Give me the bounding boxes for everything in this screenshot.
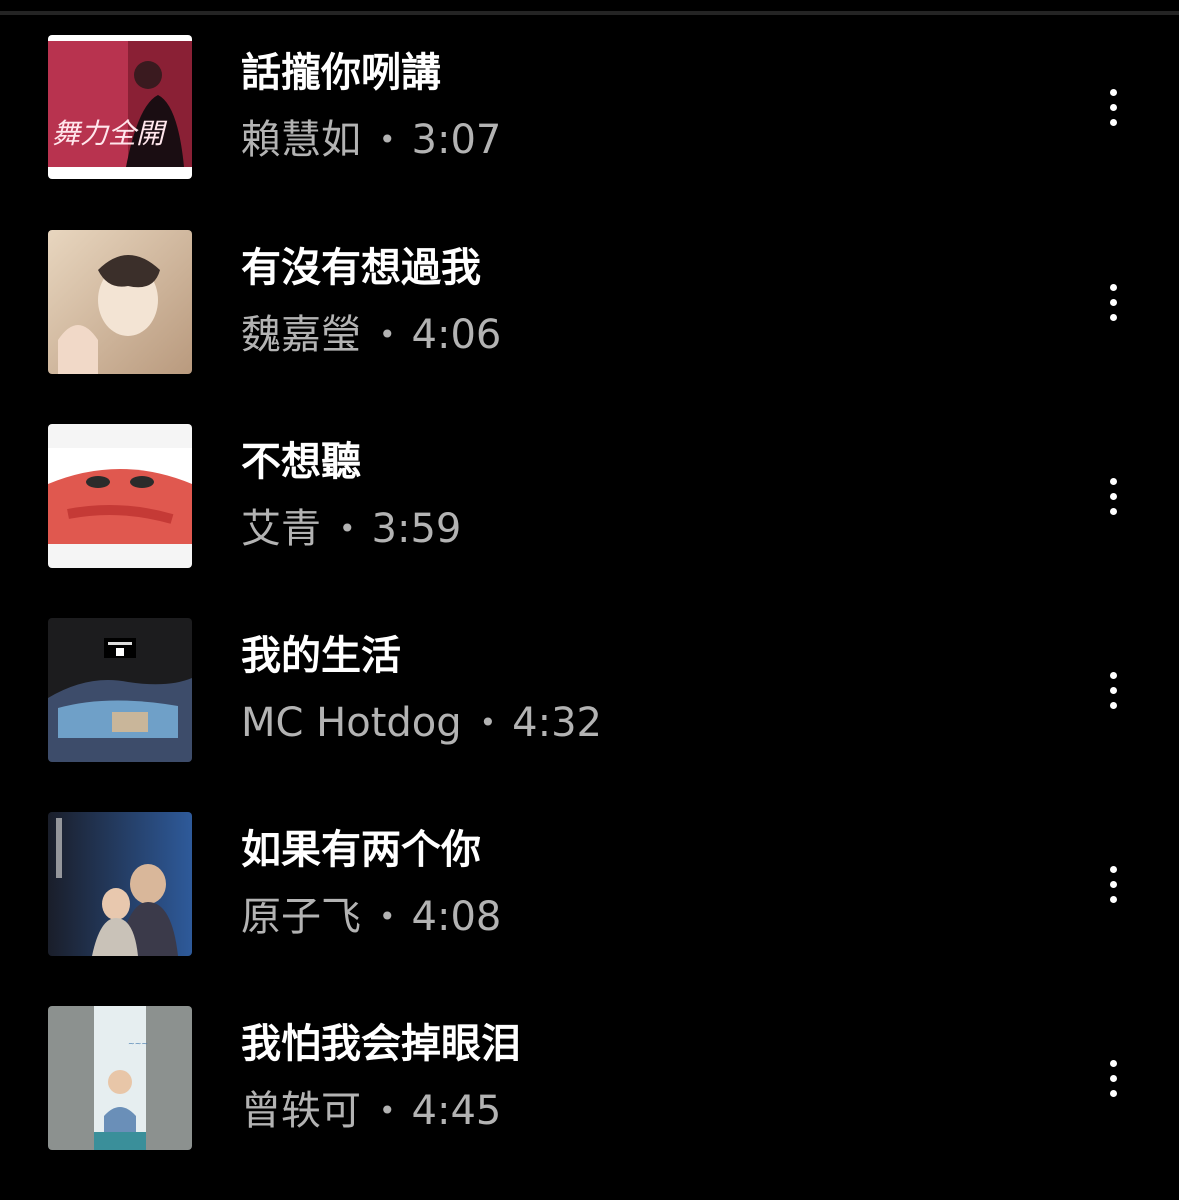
song-title: 我怕我会掉眼泪	[241, 1021, 521, 1067]
artist-name: 艾青	[241, 506, 321, 552]
svg-text:~~~: ~~~	[128, 1039, 148, 1048]
artist-name: MC Hotdog	[241, 700, 462, 746]
more-vertical-icon[interactable]	[1090, 660, 1136, 720]
separator-dot: •	[479, 706, 497, 739]
song-meta: 原子飞 • 4:08	[241, 893, 501, 941]
separator-dot: •	[379, 1094, 396, 1127]
more-vertical-icon[interactable]	[1090, 854, 1136, 914]
artist-name: 賴慧如	[241, 117, 361, 163]
song-row[interactable]: 不想聽 艾青 • 3:59	[0, 424, 1179, 618]
song-title: 如果有两个你	[241, 827, 481, 873]
song-meta: 曾轶可 • 4:45	[241, 1087, 501, 1135]
album-cover	[48, 618, 192, 762]
song-duration: 3:07	[411, 117, 502, 163]
separator-dot: •	[339, 512, 356, 545]
album-cover	[48, 812, 192, 956]
song-meta: 賴慧如 • 3:07	[241, 116, 501, 164]
song-duration: 4:32	[512, 700, 602, 746]
song-duration: 4:08	[411, 894, 502, 940]
song-title: 有沒有想過我	[241, 245, 481, 291]
song-title: 我的生活	[241, 633, 401, 679]
song-row[interactable]: 如果有两个你 原子飞 • 4:08	[0, 812, 1179, 1006]
song-title: 不想聽	[241, 439, 361, 485]
album-cover	[48, 424, 192, 568]
artist-name: 曾轶可	[241, 1088, 361, 1134]
album-cover: ~~~	[48, 1006, 192, 1150]
song-row[interactable]: 舞力全開 話攏你咧講 賴慧如 • 3:07	[0, 35, 1179, 229]
more-vertical-icon[interactable]	[1090, 466, 1136, 526]
song-duration: 4:06	[411, 312, 502, 358]
song-meta: 魏嘉瑩 • 4:06	[241, 311, 501, 359]
song-duration: 3:59	[371, 506, 462, 552]
more-vertical-icon[interactable]	[1090, 77, 1136, 137]
song-duration: 4:45	[411, 1088, 502, 1134]
song-meta: 艾青 • 3:59	[241, 505, 461, 553]
separator-dot: •	[379, 123, 396, 156]
song-row[interactable]: 我的生活 MC Hotdog • 4:32	[0, 618, 1179, 812]
more-vertical-icon[interactable]	[1090, 272, 1136, 332]
song-meta: MC Hotdog • 4:32	[241, 699, 602, 747]
song-row[interactable]: 有沒有想過我 魏嘉瑩 • 4:06	[0, 230, 1179, 424]
song-title: 話攏你咧講	[241, 50, 441, 96]
separator-dot: •	[379, 900, 396, 933]
song-row[interactable]: ~~~ 我怕我会掉眼泪 曾轶可 • 4:45	[0, 1006, 1179, 1200]
top-divider	[0, 11, 1179, 15]
artist-name: 魏嘉瑩	[241, 312, 361, 358]
album-cover: 舞力全開	[48, 35, 192, 179]
separator-dot: •	[379, 318, 396, 351]
svg-text:舞力全開: 舞力全開	[52, 117, 168, 150]
album-cover	[48, 230, 192, 374]
artist-name: 原子飞	[241, 894, 361, 940]
more-vertical-icon[interactable]	[1090, 1048, 1136, 1108]
